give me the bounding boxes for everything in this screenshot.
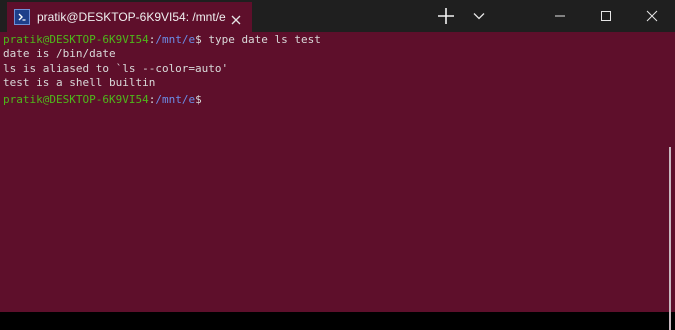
tab-close-icon[interactable] <box>230 11 242 25</box>
terminal-window: pratik@DESKTOP-6K9VI54: /mnt/e pratik@DE… <box>0 0 675 330</box>
tab-dropdown-button[interactable] <box>466 6 492 26</box>
tab-title: pratik@DESKTOP-6K9VI54: /mnt/e <box>37 10 226 24</box>
powershell-prompt-icon <box>14 9 30 25</box>
minimize-button[interactable] <box>537 0 583 32</box>
scrollbar[interactable] <box>669 147 671 330</box>
prompt-dollar: $ <box>195 33 202 46</box>
prompt-path: /mnt/e <box>155 93 196 106</box>
prompt-line: pratik@DESKTOP-6K9VI54:/mnt/e$ type date… <box>3 33 321 47</box>
chevron-down-icon <box>473 13 485 20</box>
prompt-user-host: pratik@DESKTOP-6K9VI54 <box>3 93 149 106</box>
minimize-icon <box>555 15 565 17</box>
output-line: date is /bin/date <box>3 47 116 60</box>
new-tab-button[interactable] <box>431 4 461 28</box>
output-line: test is a shell builtin <box>3 76 156 89</box>
tab-terminal[interactable]: pratik@DESKTOP-6K9VI54: /mnt/e <box>7 2 252 32</box>
close-icon <box>646 10 658 22</box>
plus-icon <box>438 8 454 24</box>
command-text: type date ls test <box>201 33 321 46</box>
prompt-line: pratik@DESKTOP-6K9VI54:/mnt/e$ <box>3 93 202 107</box>
title-bar: pratik@DESKTOP-6K9VI54: /mnt/e <box>0 0 675 32</box>
prompt-path: /mnt/e <box>155 33 196 46</box>
maximize-icon <box>601 11 611 21</box>
maximize-button[interactable] <box>583 0 629 32</box>
prompt-user-host: pratik@DESKTOP-6K9VI54 <box>3 33 149 46</box>
prompt-dollar: $ <box>195 93 202 106</box>
output-line: ls is aliased to `ls --color=auto' <box>3 62 229 75</box>
terminal-output[interactable]: pratik@DESKTOP-6K9VI54:/mnt/e$ type date… <box>0 32 675 330</box>
close-window-button[interactable] <box>629 0 675 32</box>
